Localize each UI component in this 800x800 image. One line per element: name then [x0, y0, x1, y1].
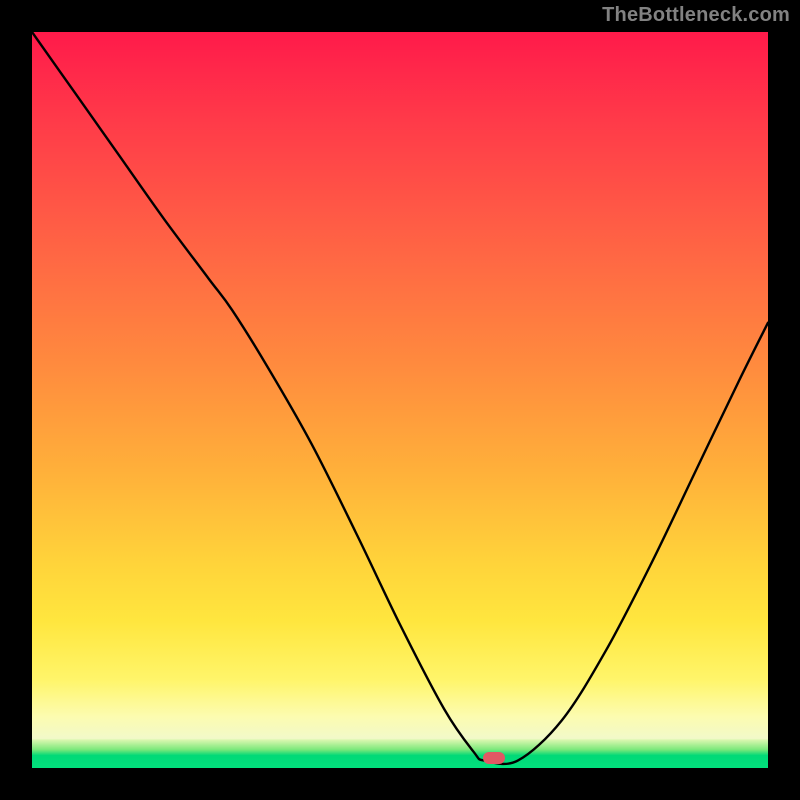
attribution-text: TheBottleneck.com — [602, 4, 790, 27]
bottleneck-curve — [32, 32, 768, 764]
chart-container: TheBottleneck.com — [0, 0, 800, 800]
optimum-marker — [483, 752, 505, 764]
plot-area — [32, 32, 768, 768]
curve-layer — [32, 32, 768, 768]
